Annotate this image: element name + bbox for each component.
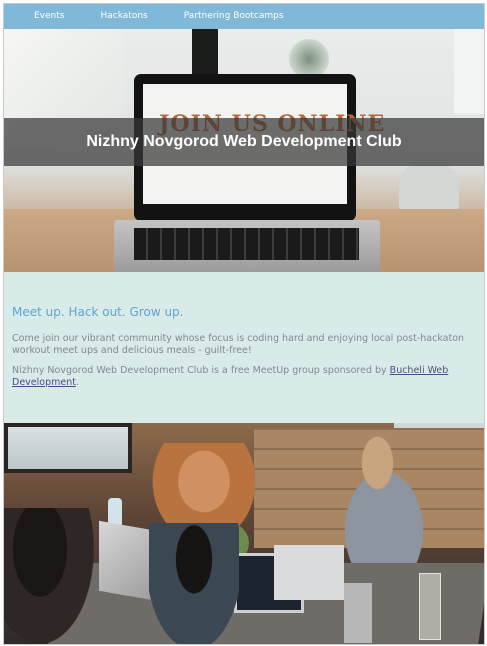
sponsor-period: . xyxy=(75,377,79,388)
nav-partnering-bootcamps-link[interactable]: Partnering Bootcamps xyxy=(184,4,284,29)
intro-paragraph: Come join our vibrant community whose fo… xyxy=(12,333,465,356)
page-title: Nizhny Novgorod Web Development Club xyxy=(86,133,402,150)
hero-image: JOIN US ONLINE Nizhny Novgorod Web Devel… xyxy=(4,29,484,272)
laptop-keyboard xyxy=(134,228,359,260)
hero-wall xyxy=(454,29,484,114)
page-frame: Events Hackatons Partnering Bootcamps JO… xyxy=(3,3,485,645)
intro-heading: Meet up. Hack out. Grow up. xyxy=(12,305,184,319)
intro-section: Meet up. Hack out. Grow up. Come join ou… xyxy=(4,272,484,423)
photo-window xyxy=(4,423,132,473)
team-photo xyxy=(4,423,484,644)
photo-person-left xyxy=(4,508,94,644)
top-navigation: Events Hackatons Partnering Bootcamps xyxy=(4,4,484,29)
sponsor-text: Nizhny Novgorod Web Development Club is … xyxy=(12,365,390,376)
nav-events-link[interactable]: Events xyxy=(34,4,64,29)
hero-title-banner: Nizhny Novgorod Web Development Club xyxy=(4,118,484,166)
photo-laptop-edge xyxy=(344,583,372,643)
hero-plant xyxy=(289,39,329,79)
nav-hackatons-link[interactable]: Hackatons xyxy=(100,4,147,29)
sponsor-paragraph: Nizhny Novgorod Web Development Club is … xyxy=(12,365,476,389)
photo-glass xyxy=(419,573,441,640)
photo-person-headphones xyxy=(149,523,239,644)
hero-pillar xyxy=(192,29,218,74)
photo-laptop-right xyxy=(274,545,344,600)
